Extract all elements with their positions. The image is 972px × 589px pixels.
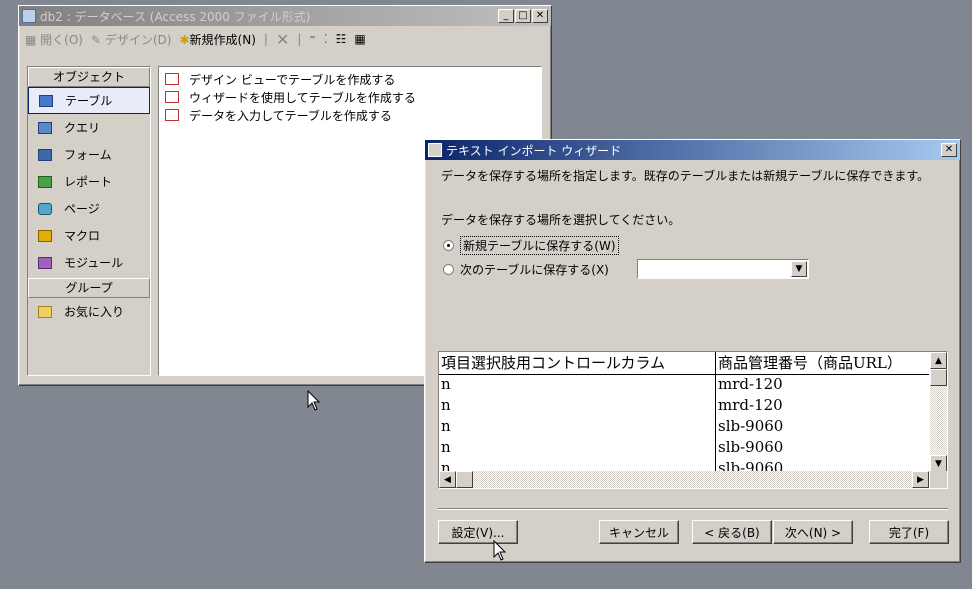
- wizard-prompt: データを保存する場所を選択してください。: [441, 213, 681, 227]
- existing-table-select[interactable]: ▼: [637, 259, 809, 279]
- database-app-icon: [22, 9, 36, 23]
- open-icon: ▦: [25, 32, 37, 47]
- preview-cell: n: [439, 417, 716, 438]
- preview-cell: mrd-120: [718, 396, 783, 414]
- table-icon: [39, 94, 53, 107]
- preview-cell: mrd-120: [718, 375, 783, 393]
- page-icon: [38, 202, 52, 215]
- query-icon: [38, 121, 52, 134]
- finish-button[interactable]: 完了(F): [869, 520, 949, 544]
- table-row: n mrd-120: [439, 375, 929, 396]
- macro-icon: [38, 229, 52, 242]
- object-macros[interactable]: マクロ: [28, 222, 150, 249]
- list-item[interactable]: ウィザードを使用してテーブルを作成する: [159, 88, 541, 106]
- vertical-scroll-thumb[interactable]: [930, 369, 947, 386]
- table-row: n slb-9060: [439, 438, 929, 459]
- minimize-button[interactable]: _: [498, 9, 514, 23]
- wizard-description: データを保存する場所を指定します。既存のテーブルまたは新規テーブルに保存できます…: [441, 169, 930, 183]
- preview-column-header[interactable]: 商品管理番号（商品URL）: [716, 352, 929, 374]
- dropdown-arrow-icon[interactable]: ▼: [791, 261, 807, 277]
- module-icon: [38, 256, 52, 269]
- list-view-icon[interactable]: ☷: [336, 32, 347, 46]
- design-view-shortcut-icon: [165, 73, 179, 85]
- design-icon: ✎: [90, 32, 102, 47]
- object-tables[interactable]: テーブル: [28, 87, 150, 114]
- scroll-up-arrow-icon[interactable]: ▲: [930, 352, 947, 369]
- wizard-app-icon: [428, 143, 442, 157]
- open-button[interactable]: ▦ 開く(O): [25, 31, 83, 48]
- object-reports[interactable]: レポート: [28, 168, 150, 195]
- toolbar-separator: |: [263, 32, 268, 46]
- vertical-scrollbar[interactable]: ▲ ▼: [930, 352, 947, 472]
- database-title: db2 : データベース (Access 2000 ファイル形式): [40, 9, 311, 24]
- cancel-button[interactable]: キャンセル: [599, 520, 679, 544]
- scroll-down-arrow-icon[interactable]: ▼: [930, 455, 947, 472]
- close-button[interactable]: ✕: [532, 9, 548, 23]
- wizard-title-bar[interactable]: テキスト インポート ウィザード ✕: [425, 140, 960, 160]
- preview-header-row: 項目選択肢用コントロールカラム 商品管理番号（商品URL）: [439, 352, 929, 375]
- details-view-icon[interactable]: ▦: [354, 32, 365, 46]
- new-table-option[interactable]: 新規テーブルに保存する(W): [443, 236, 619, 255]
- preview-cell: n: [439, 438, 716, 459]
- groups-header[interactable]: グループ: [28, 278, 150, 298]
- favorites-folder-icon: [38, 305, 52, 318]
- existing-table-option[interactable]: 次のテーブルに保存する(X): [443, 261, 609, 278]
- wizard-title: テキスト インポート ウィザード: [446, 143, 622, 158]
- preview-cell: slb-9060: [718, 438, 784, 456]
- form-icon: [38, 148, 52, 161]
- horizontal-scrollbar[interactable]: ◀ ▶: [439, 471, 929, 488]
- import-wizard-dialog: テキスト インポート ウィザード ✕ データを保存する場所を指定します。既存のテ…: [424, 139, 961, 563]
- mouse-cursor-icon: [307, 390, 321, 411]
- object-queries[interactable]: クエリ: [28, 114, 150, 141]
- group-favorites[interactable]: お気に入り: [28, 298, 150, 325]
- button-separator: [438, 508, 948, 510]
- toolbar-separator: |: [297, 32, 302, 46]
- existing-table-radio[interactable]: [443, 264, 454, 275]
- new-icon: ✱: [179, 32, 190, 47]
- report-icon: [38, 175, 52, 188]
- preview-grid: 項目選択肢用コントロールカラム 商品管理番号（商品URL） n mrd-120 …: [438, 351, 948, 489]
- preview-cell: n: [439, 396, 716, 417]
- new-button[interactable]: ✱新規作成(N): [179, 31, 255, 48]
- delete-icon[interactable]: ✕: [276, 30, 289, 49]
- table-row: n slb-9060: [439, 417, 929, 438]
- next-button[interactable]: 次へ(N) >: [773, 520, 853, 544]
- database-toolbar: ▦ 開く(O) ✎ デザイン(D) ✱新規作成(N) | ✕ | ⁼ ⁚ ☷ ▦: [19, 26, 551, 52]
- back-button[interactable]: < 戻る(B): [692, 520, 772, 544]
- large-icons-icon[interactable]: ⁼: [309, 32, 315, 46]
- preview-cell: slb-9060: [718, 417, 784, 435]
- object-modules[interactable]: モジュール: [28, 249, 150, 276]
- preview-cell: n: [439, 375, 716, 396]
- scroll-left-arrow-icon[interactable]: ◀: [439, 471, 456, 488]
- objects-bar: オブジェクト テーブル クエリ フォーム レポート ページ マクロ モジュール: [27, 66, 151, 376]
- small-icons-icon[interactable]: ⁚: [324, 32, 328, 46]
- database-title-bar[interactable]: db2 : データベース (Access 2000 ファイル形式) _ □ ✕: [19, 6, 551, 26]
- datasheet-shortcut-icon: [165, 109, 179, 121]
- object-pages[interactable]: ページ: [28, 195, 150, 222]
- scrollbar-corner: [930, 471, 947, 488]
- scroll-right-arrow-icon[interactable]: ▶: [912, 471, 929, 488]
- wizard-close-button[interactable]: ✕: [941, 143, 957, 157]
- object-forms[interactable]: フォーム: [28, 141, 150, 168]
- horizontal-scroll-thumb[interactable]: [456, 471, 473, 488]
- preview-column-header[interactable]: 項目選択肢用コントロールカラム: [439, 352, 716, 374]
- maximize-button[interactable]: □: [515, 9, 531, 23]
- preview-content: 項目選択肢用コントロールカラム 商品管理番号（商品URL） n mrd-120 …: [439, 352, 929, 472]
- wizard-shortcut-icon: [165, 91, 179, 103]
- table-row: n mrd-120: [439, 396, 929, 417]
- objects-header[interactable]: オブジェクト: [28, 67, 150, 87]
- new-table-radio[interactable]: [443, 240, 454, 251]
- list-item[interactable]: データを入力してテーブルを作成する: [159, 106, 541, 124]
- design-button[interactable]: ✎ デザイン(D): [91, 31, 172, 48]
- mouse-cursor-icon: [493, 540, 507, 561]
- list-item[interactable]: デザイン ビューでテーブルを作成する: [159, 70, 541, 88]
